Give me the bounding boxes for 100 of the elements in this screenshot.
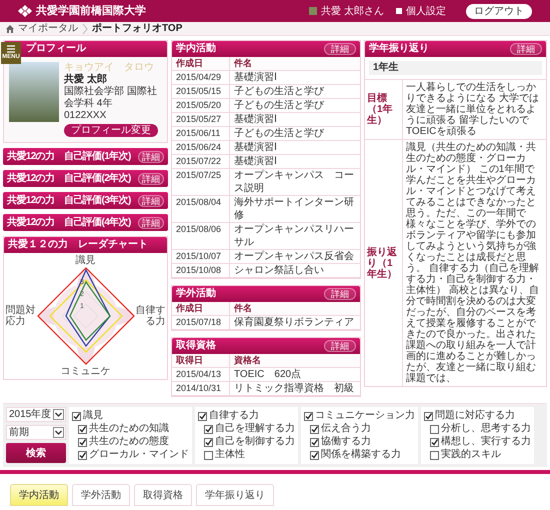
caret-icon [53,427,64,438]
checkbox-label: 協働する力 [321,436,371,448]
year-heading: 1年生 [369,61,542,75]
checkbox-label: 共生のための知識 [89,423,169,435]
tab[interactable]: 取得資格 [134,484,192,506]
checkbox-label: 伝え合う力 [321,423,371,435]
column-header: 取得日 [172,354,230,367]
panel-title: プロフィール [26,43,86,55]
table-cell: 2015/06/11 [172,127,230,140]
checkbox-label: 分析し、思考する力 [441,423,531,435]
checkbox[interactable] [310,450,319,460]
checkbox[interactable] [304,412,313,420]
menu-icon [7,45,15,53]
checkbox-label: コミュニケーション力 [315,410,415,422]
table-cell: 2014/10/31 [172,382,230,395]
evaluation-title: 共愛12の力 自己評価(3年次) [7,194,131,206]
checkbox-label: 識見 [83,410,103,422]
checkbox-label: 主体性 [215,449,245,461]
checkbox[interactable] [204,450,213,460]
table-cell-text: 海外サポートインターン研修 [233,196,355,222]
checkbox-label: 共生のための態度 [89,436,169,448]
checkbox[interactable] [78,450,87,460]
evaluation-bar[interactable]: 共愛12の力 自己評価(3年次) 詳細 [3,192,168,209]
breadcrumb-current: ポートフォリオTOP [92,22,182,34]
checkbox[interactable] [72,412,81,420]
evaluation-bar[interactable]: 共愛12の力 自己評価(4年次) 詳細 [3,214,168,231]
photo-placeholder [9,62,59,122]
table-cell: 2015/06/24 [172,141,230,154]
dropdown[interactable]: 2015年度 [6,407,66,422]
checkbox[interactable] [430,438,439,446]
reflection-text: 一人暮らしでの生活をしっかりできるようになる 大学では友達と一緒に単位をとれるように頑張る 留学したいのでTOEICを頑張る [405,80,540,139]
table-cell: 2015/05/15 [172,85,230,98]
tab[interactable]: 学内活動 [10,484,68,506]
checkbox[interactable] [310,424,319,434]
user-name: 共愛 太郎さん [321,4,384,18]
dropdown[interactable]: 前期 [6,425,66,440]
settings-link[interactable]: 個人設定 [406,4,446,18]
tab[interactable]: 学年振り返り [196,484,274,506]
table-cell-text: 子どもの生活と学び [233,99,326,112]
table-cell-text: 基礎演習Ⅰ [233,113,278,126]
table-cell: 2015/05/27 [172,113,230,126]
detail-button[interactable]: 詳細 [324,43,356,55]
table-cell-text: 保育園夏祭りボランティア [233,316,355,329]
table-cell-text: 子どもの生活と学び [233,85,326,98]
detail-button[interactable]: 詳細 [138,150,164,162]
checkbox[interactable] [198,412,207,420]
evaluation-bar[interactable]: 共愛12の力 自己評価(2年次) 詳細 [3,170,168,187]
evaluation-title: 共愛12の力 自己評価(4年次) [7,216,131,228]
table-cell-text: 子どもの生活と学び [233,127,326,140]
axis-label: 識見 [76,255,96,266]
detail-button[interactable]: 詳細 [324,340,356,352]
department-text: 国際社会学部 国際社会学科 4年 [64,86,158,110]
column-header: 作成日 [172,302,230,315]
logout-button[interactable]: ログアウト [466,4,532,18]
checkbox[interactable] [204,438,213,446]
detail-button[interactable]: 詳細 [510,43,542,55]
student-name: 共愛 太郎 [64,74,108,86]
breadcrumb-link[interactable]: マイポータル [18,22,78,34]
table-cell-text: TOEIC 620点 [233,368,302,381]
checkbox-label: 関係を構築する力 [321,449,401,461]
table-cell-text: オープンキャンパス コース説明 [233,169,355,195]
logo-icon [18,5,32,17]
search-button[interactable]: 検索 [6,443,66,463]
axis-label: 問題対応力 [6,305,36,327]
table-cell-text: オープンキャンパス反省会 [233,250,355,263]
checkbox[interactable] [430,424,439,434]
table-cell-text: シャロン祭話し合い [233,264,325,277]
table-cell-text: 基礎演習Ⅰ [233,71,278,84]
panel-title: 取得資格 [176,340,216,352]
detail-button[interactable]: 詳細 [138,194,164,206]
detail-button[interactable]: 詳細 [138,216,164,228]
checkbox-label: 自律する力 [209,410,259,422]
column-header: 件名 [232,57,253,70]
checkbox[interactable] [310,438,319,446]
checkbox-label: グローカル・マインド [89,449,189,461]
checkbox[interactable] [424,412,433,420]
detail-button[interactable]: 詳細 [138,172,164,184]
checkbox[interactable] [78,438,87,446]
checkbox-label: 自己を制御する力 [215,436,295,448]
checkbox-label: 構想し、実行する力 [441,436,531,448]
table-cell: 2015/08/06 [172,223,230,249]
checkbox-label: 実践的スキル [441,449,501,461]
row-label: 振り返り（1年生） [367,246,398,280]
checkbox-label: 問題に対応する力 [435,410,515,422]
evaluation-bar[interactable]: 共愛12の力 自己評価(1年次) 詳細 [3,148,168,165]
checkbox[interactable] [430,450,439,460]
tab[interactable]: 学外活動 [72,484,130,506]
panel-title: 学外活動 [176,288,216,300]
table-cell: 2015/05/20 [172,99,230,112]
checkbox-label: 自己を理解する力 [215,423,295,435]
table-cell-text: オープンキャンパスリハーサル [233,223,355,249]
student-id: 0122XXX [64,110,108,122]
checkbox[interactable] [204,424,213,434]
profile-edit-button[interactable]: プロフィール変更 [64,124,158,137]
university-name: 共愛学園前橋国際大学 [36,4,146,19]
table-cell: 2015/10/07 [172,250,230,263]
checkbox[interactable] [78,424,87,434]
home-icon [6,24,14,32]
detail-button[interactable]: 詳細 [324,288,356,300]
table-cell: 2015/07/18 [172,316,230,329]
